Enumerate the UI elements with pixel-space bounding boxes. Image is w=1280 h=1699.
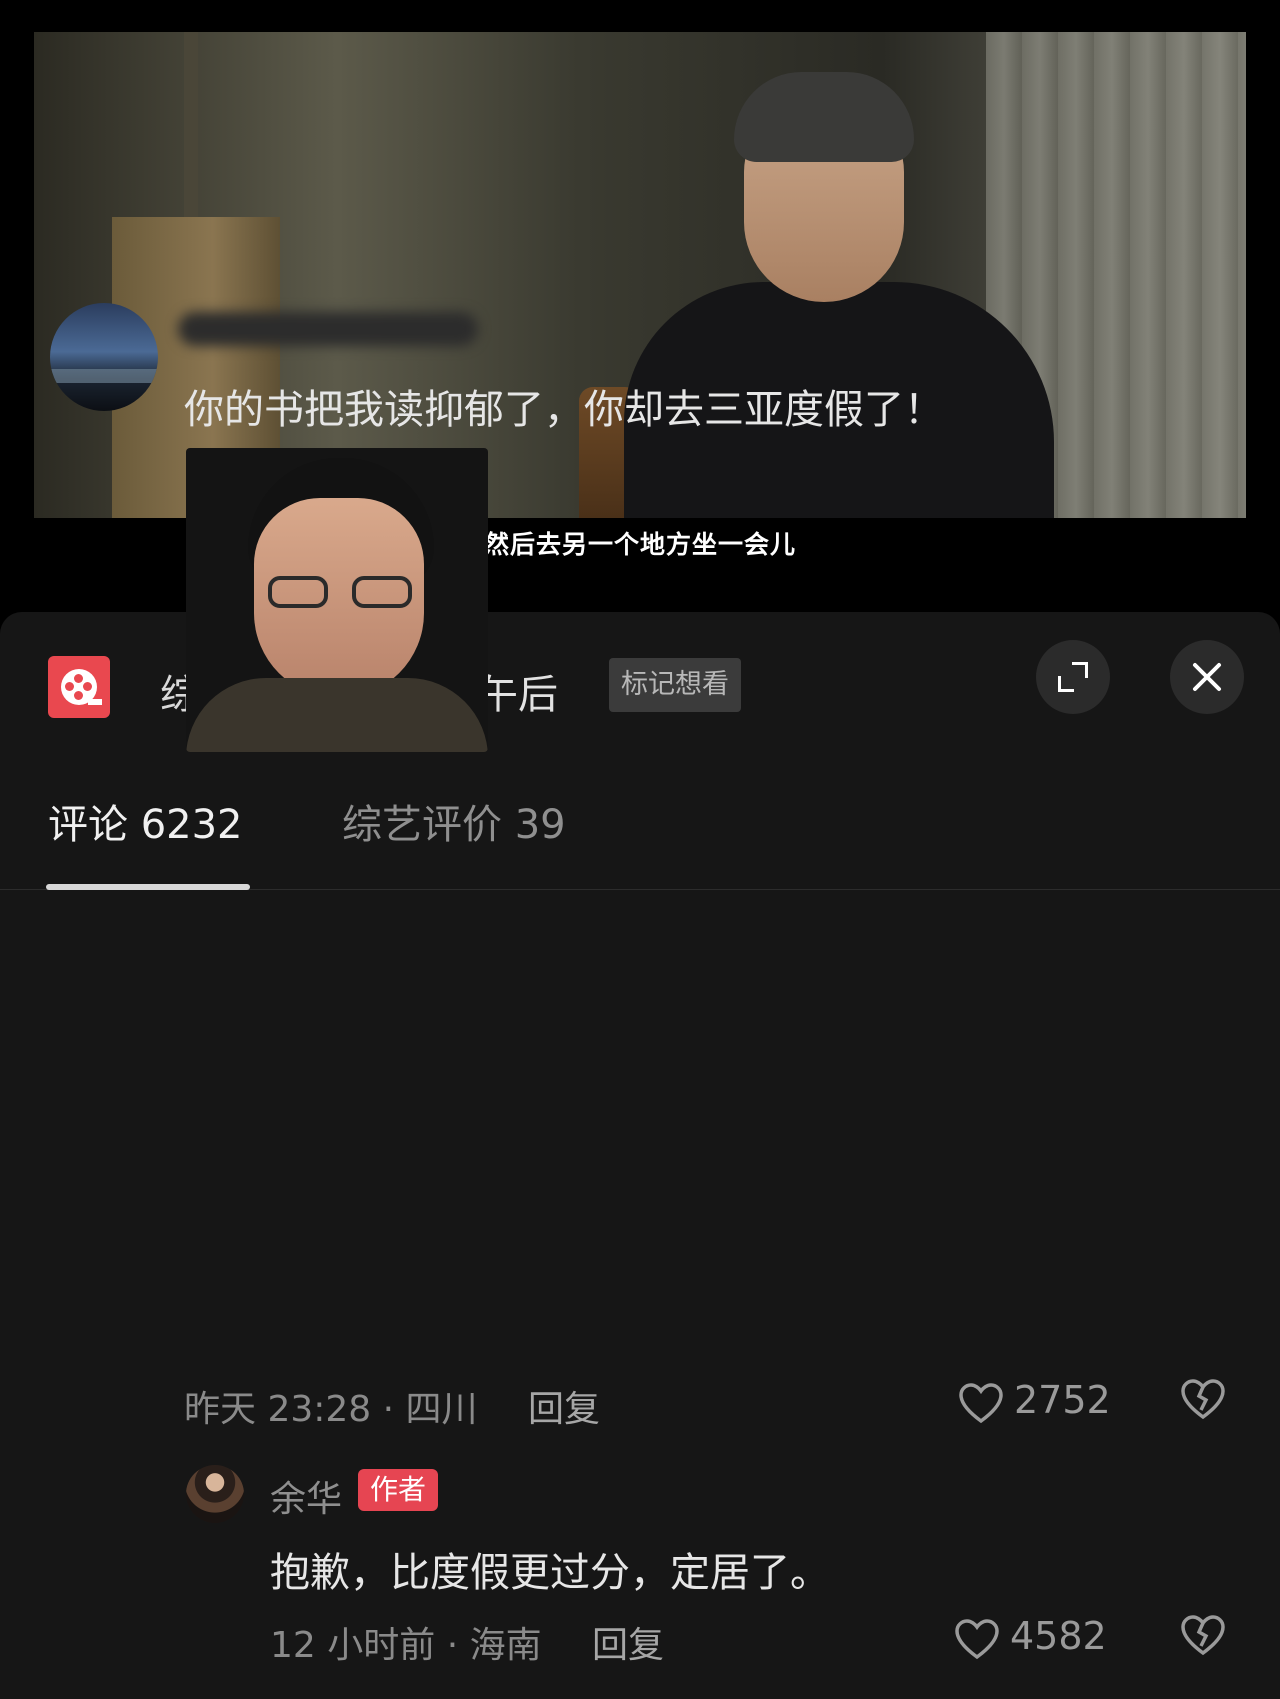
comments-sheet: 综艺 一个文学的午后 标记想看 评论 6232 综艺评价 39 [0, 612, 1280, 1699]
commenter-avatar[interactable] [50, 303, 158, 411]
mark-want-to-watch-button[interactable]: 标记想看 [609, 658, 741, 712]
expand-icon [1058, 662, 1088, 692]
interviewee-hair [734, 72, 914, 162]
author-badge: 作者 [358, 1469, 439, 1511]
reply-to-reply-button[interactable]: 回复 [592, 1616, 664, 1668]
film-reel-icon [48, 656, 110, 718]
reply-meta: 12 小时前 · 海南 [270, 1625, 542, 1666]
reply-button[interactable]: 回复 [528, 1380, 600, 1432]
video-background-lamp [184, 32, 198, 222]
heart-icon [955, 1619, 999, 1660]
tab-reviews[interactable]: 综艺评价 39 [342, 792, 566, 850]
comment-tabs: 评论 6232 综艺评价 39 [0, 762, 1280, 890]
reply-like-button[interactable]: 4582 [954, 1614, 1124, 1660]
heart-icon [959, 1383, 1003, 1424]
video-interviewee [604, 72, 1074, 518]
broken-heart-icon[interactable] [1180, 1378, 1226, 1420]
like-button[interactable]: 2752 [958, 1378, 1118, 1424]
reply-author-name[interactable]: 余华 [270, 1470, 342, 1522]
broken-heart-icon[interactable] [1180, 1614, 1226, 1656]
close-button[interactable] [1170, 640, 1244, 714]
reply-like-count: 4582 [1010, 1614, 1107, 1658]
tab-comments[interactable]: 评论 6232 [48, 792, 243, 850]
close-icon [1190, 660, 1224, 694]
comment-sticker-image[interactable] [186, 448, 488, 752]
video-frame[interactable] [34, 32, 1246, 518]
reply-text: 抱歉，比度假更过分，定居了。 [270, 1550, 830, 1596]
active-tab-indicator [46, 884, 250, 890]
comment-meta: 昨天 23:28 · 四川 [184, 1389, 478, 1430]
commenter-name-redacted [178, 312, 478, 346]
like-count: 2752 [1014, 1378, 1111, 1422]
comment-text: 你的书把我读抑郁了，你却去三亚度假了！ [184, 387, 944, 433]
expand-button[interactable] [1036, 640, 1110, 714]
author-avatar[interactable] [186, 1465, 244, 1523]
